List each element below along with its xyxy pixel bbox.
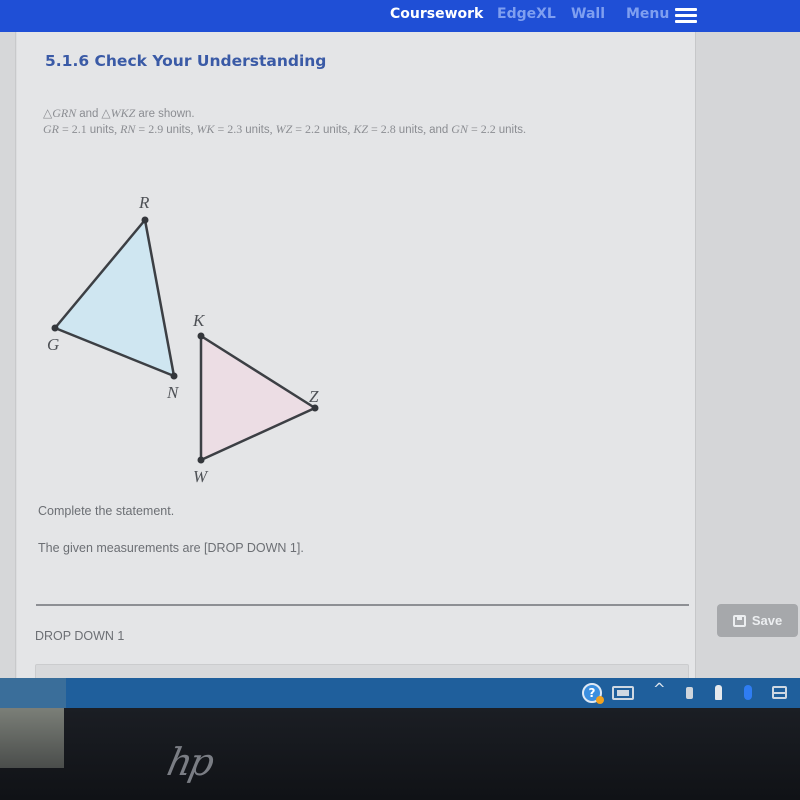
dropdown-1-label: DROP DOWN 1 xyxy=(35,629,125,643)
laptop-bezel: hp xyxy=(0,708,800,800)
measurement: GN = 2.2 units. xyxy=(451,122,527,136)
battery-icon[interactable] xyxy=(612,686,634,700)
measurement: RN = 2.9 units, xyxy=(120,122,194,136)
vertex-n xyxy=(170,372,178,380)
triangle-grn-shape xyxy=(53,218,176,378)
taskbar: ? ^ xyxy=(0,678,800,708)
instruction-text: Complete the statement. xyxy=(38,504,175,518)
notification-badge xyxy=(596,696,604,704)
measurement: WZ = 2.2 units, xyxy=(275,122,351,136)
divider xyxy=(36,604,689,606)
save-label: Save xyxy=(751,613,783,628)
label-z: Z xyxy=(309,387,319,406)
label-g: G xyxy=(47,335,59,354)
save-button[interactable]: Save xyxy=(717,604,798,637)
problem-line-1: △GRN and △WKZ are shown. xyxy=(43,106,195,120)
label-n: N xyxy=(166,383,180,402)
triangle-wkz-shape xyxy=(199,334,317,462)
vertex-r xyxy=(141,216,149,224)
problem-measurements: GR = 2.1 units, RN = 2.9 units, WK = 2.3… xyxy=(43,122,527,136)
triangle-grn: R G N xyxy=(47,193,180,402)
taskbar-left-area xyxy=(0,678,66,708)
label-w: W xyxy=(193,467,209,486)
measurement: WK = 2.3 units, xyxy=(196,122,273,136)
right-panel xyxy=(695,32,800,678)
nav-edgexl[interactable]: EdgeXL xyxy=(497,6,556,22)
triangle-figure: R G N K Z W xyxy=(47,190,367,490)
hamburger-icon[interactable] xyxy=(675,8,697,25)
nav-menu[interactable]: Menu xyxy=(626,6,669,22)
background-object xyxy=(0,708,64,768)
problem-text: △GRN and △WKZ are shown. GR = 2.1 units,… xyxy=(43,106,683,138)
display-icon[interactable] xyxy=(772,686,787,699)
microphone-icon[interactable] xyxy=(715,685,722,700)
triangle-wkz-name: WKZ xyxy=(110,106,136,120)
top-nav: Coursework EdgeXL Wall Menu xyxy=(0,0,800,32)
usb-icon[interactable] xyxy=(686,687,693,699)
hp-logo: hp xyxy=(163,740,216,784)
screen: Coursework EdgeXL Wall Menu 5.1.6 Check … xyxy=(0,0,800,678)
chevron-up-icon[interactable]: ^ xyxy=(653,680,666,698)
dropdown-1-select[interactable] xyxy=(35,664,689,678)
statement-text: The given measurements are [DROP DOWN 1]… xyxy=(38,541,304,555)
triangle-grn-name: GRN xyxy=(52,106,77,120)
page-title: 5.1.6 Check Your Understanding xyxy=(45,52,327,70)
vertex-k xyxy=(197,332,205,340)
measurement: GR = 2.1 units, xyxy=(43,122,118,136)
triangle-wkz: K Z W xyxy=(192,311,319,486)
nav-coursework[interactable]: Coursework xyxy=(390,6,483,22)
measurement: KZ = 2.8 units, xyxy=(353,122,427,136)
vertex-w xyxy=(197,456,205,464)
left-margin xyxy=(0,32,16,678)
bluetooth-icon[interactable] xyxy=(744,685,752,700)
nav-wall[interactable]: Wall xyxy=(571,6,605,22)
save-icon xyxy=(732,614,746,627)
content-panel: 5.1.6 Check Your Understanding △GRN and … xyxy=(17,32,695,678)
help-icon[interactable]: ? xyxy=(582,683,604,704)
label-k: K xyxy=(192,311,206,330)
vertex-g xyxy=(51,324,59,332)
label-r: R xyxy=(138,193,150,212)
